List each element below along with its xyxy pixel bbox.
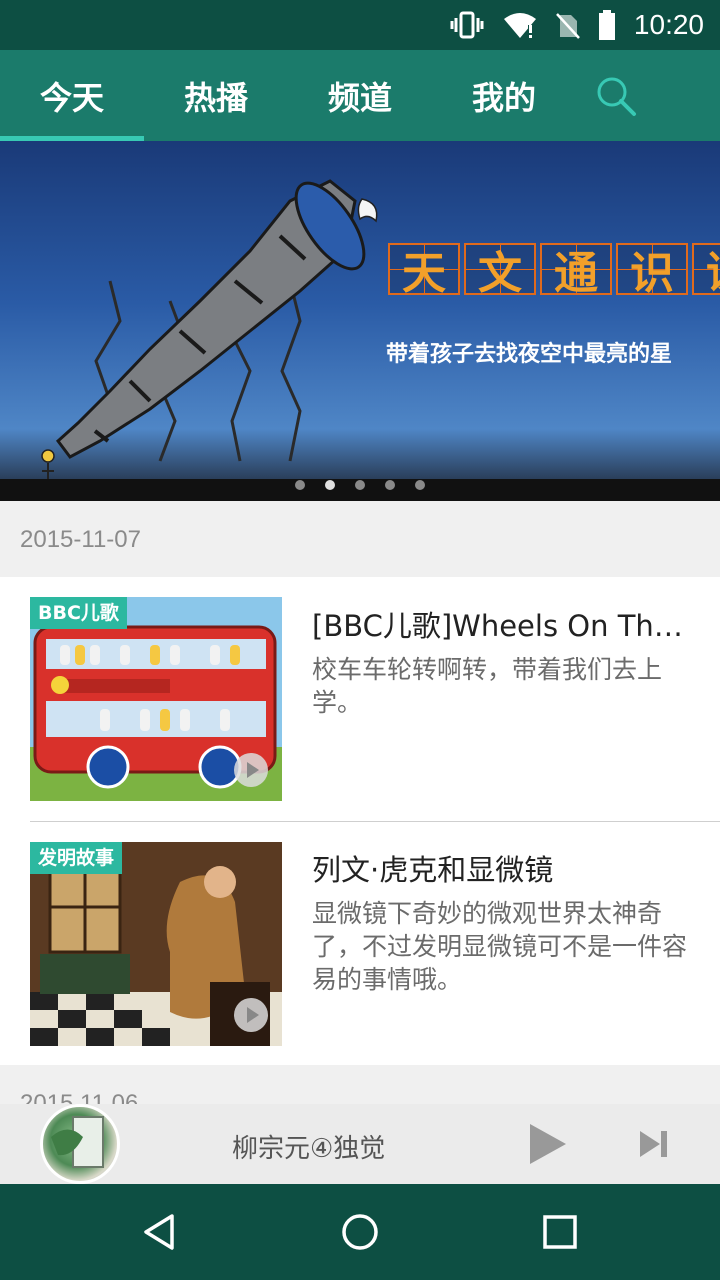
recents-button[interactable] — [520, 1184, 600, 1280]
wifi-icon — [503, 13, 536, 38]
pager-dot[interactable] — [355, 480, 365, 490]
pager-dot[interactable] — [415, 480, 425, 490]
tab-hot[interactable]: 热播 — [144, 50, 288, 141]
search-button[interactable] — [590, 72, 646, 120]
play-icon — [234, 998, 268, 1032]
skip-next-icon — [640, 1131, 667, 1157]
banner-title-char: 课 — [692, 243, 720, 299]
category-tag: BBC儿歌 — [30, 597, 127, 629]
banner-carousel[interactable]: 天 文 通 识 课 — [0, 141, 720, 501]
list-item[interactable]: 发明故事 列文·虎克和显微镜 显微镜下奇妙的微观世界太神奇了，不过发明显微镜可不… — [0, 821, 720, 1065]
status-time: 10:20 — [633, 9, 704, 40]
back-icon — [144, 1214, 174, 1250]
tab-today[interactable]: 今天 — [0, 50, 144, 141]
pager-dot[interactable] — [295, 480, 305, 490]
item-description: 显微镜下奇妙的微观世界太神奇了，不过发明显微镜可不是一件容易的事情哦。 — [312, 899, 688, 994]
home-button[interactable] — [320, 1184, 400, 1280]
banner-title-char: 识 — [616, 243, 688, 299]
pager-dot-active[interactable] — [325, 480, 335, 490]
recents-icon — [543, 1215, 577, 1249]
category-tag: 发明故事 — [30, 842, 123, 874]
item-description: 校车车轮转啊转，带着我们去上学。 — [312, 655, 663, 717]
banner-title-char: 天 — [388, 243, 460, 299]
search-icon — [597, 77, 636, 116]
play-icon — [234, 753, 268, 787]
vibrate-icon — [450, 11, 484, 39]
artwork-image — [51, 1116, 104, 1168]
episode-thumbnail: 发明故事 — [30, 842, 282, 1046]
play-icon — [530, 1124, 566, 1164]
tab-mine[interactable]: 我的 — [432, 50, 576, 141]
top-nav: 今天 热播 频道 我的 — [0, 50, 720, 141]
episode-thumbnail: BBC儿歌 — [30, 597, 282, 801]
status-bar: 10:20 — [0, 0, 720, 50]
player-title: 柳宗元④独觉 — [232, 1134, 386, 1164]
item-title: [BBC儿歌]Wheels On The Bus — [312, 609, 692, 643]
list-item[interactable]: BBC儿歌 [BBC儿歌]Wheels On The Bus 校车车轮转啊转，带… — [0, 577, 720, 821]
date-header: 2015-11-07 — [20, 526, 141, 553]
play-button[interactable] — [526, 1120, 570, 1168]
banner-title-char: 通 — [540, 243, 612, 299]
no-sim-icon — [556, 13, 580, 39]
battery-icon — [598, 10, 615, 40]
player-artwork[interactable] — [40, 1104, 120, 1184]
banner-title: 天 文 通 识 课 — [388, 243, 720, 299]
telescope-illustration — [41, 179, 378, 492]
item-title: 列文·虎克和显微镜 — [312, 853, 554, 887]
banner-subtitle: 带着孩子去找夜空中最亮的星 — [386, 341, 673, 367]
banner-title-char: 文 — [464, 243, 536, 299]
tab-channels[interactable]: 频道 — [288, 50, 432, 141]
home-icon — [342, 1214, 378, 1250]
system-nav-bar — [0, 1184, 720, 1280]
next-button[interactable] — [638, 1128, 670, 1160]
pager-dot[interactable] — [385, 480, 395, 490]
banner-pager — [295, 480, 425, 490]
back-button[interactable] — [120, 1184, 200, 1280]
